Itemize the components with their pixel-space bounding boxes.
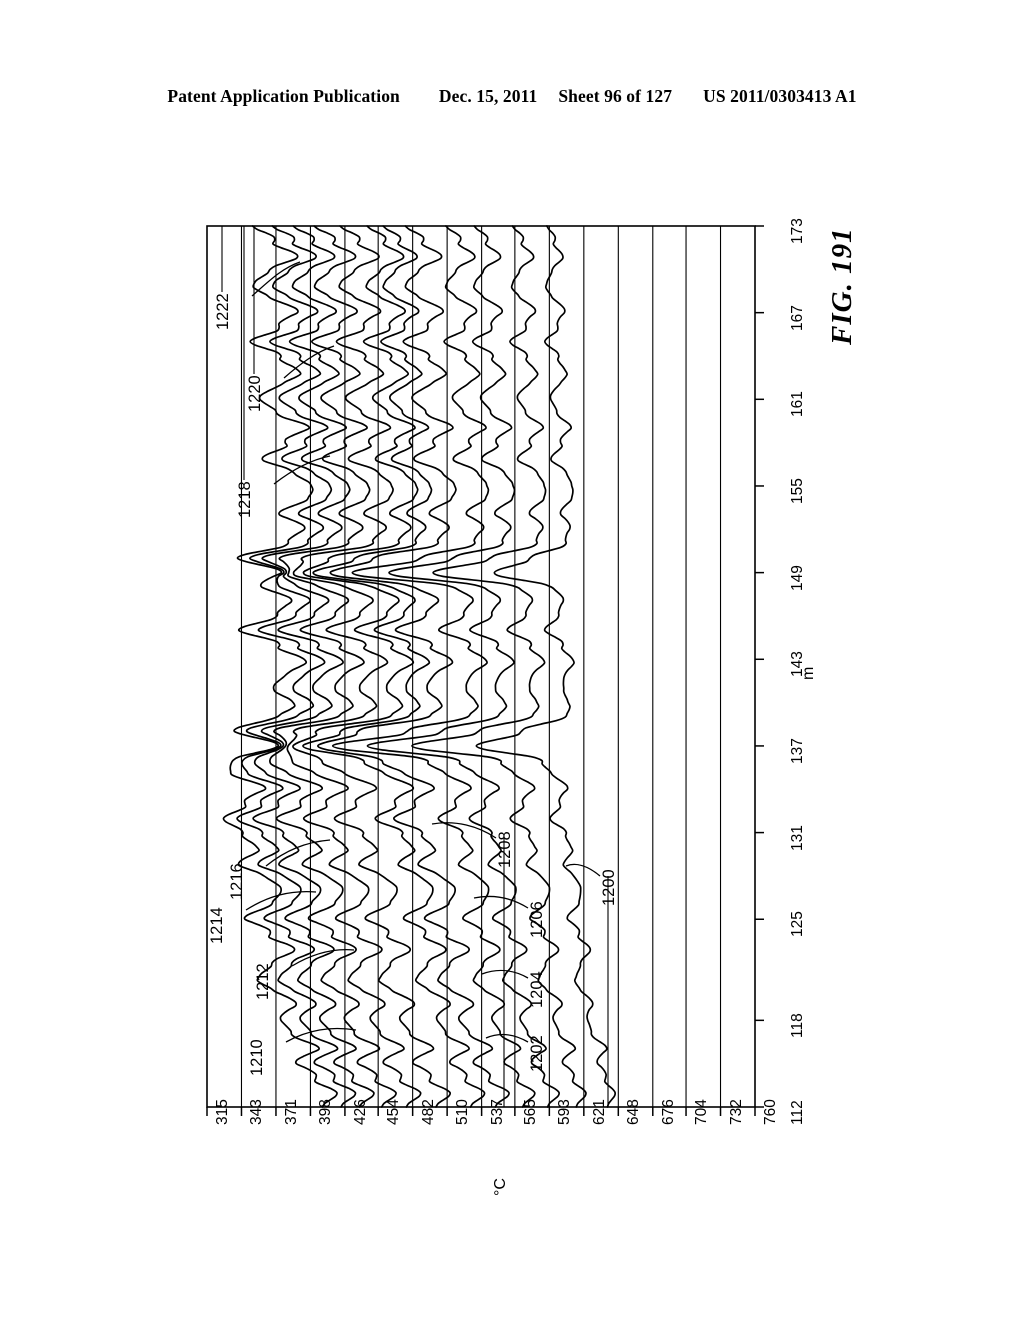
distance-axis-ticks [755,225,764,1108]
temperature-tick-label: 315 [214,1099,231,1125]
distance-tick-label: 149 [789,564,806,591]
reference-numeral-1202: 1202 [528,1035,546,1072]
trace-1214 [286,225,422,1108]
reference-numeral-1214: 1214 [208,907,226,944]
temperature-tick-label: 510 [454,1099,472,1125]
leader-line-1200 [565,863,601,877]
leader-line-1208 [431,822,497,839]
temperature-tick-label: 676 [659,1099,677,1125]
distance-tick-label: 137 [789,738,806,764]
reference-numeral-1204: 1204 [528,971,546,1008]
temperature-tick-label: 760 [762,1099,779,1125]
distance-tick-label: 118 [789,1013,806,1039]
temperature-tick-label: 398 [317,1099,335,1125]
trace-curves [222,225,617,1108]
figure-label: FIG. 191 [826,227,858,345]
trace-1202 [411,225,587,1108]
trace-1216 [269,225,397,1108]
chart-canvas [206,225,764,1116]
temperature-tick-label: 732 [727,1099,745,1125]
temperature-tick-label: 454 [385,1099,403,1125]
reference-numeral-1200: 1200 [600,869,618,906]
reference-numeral-1210: 1210 [248,1039,266,1076]
distance-tick-label: 125 [789,911,806,938]
temperature-tick-label: 426 [351,1099,369,1125]
temperature-tick-label: 593 [556,1099,574,1125]
leader-line-1202 [485,1033,529,1043]
reference-numeral-1218: 1218 [236,481,254,518]
reference-numeral-1216: 1216 [228,863,246,900]
reference-numeral-1212: 1212 [254,963,272,1000]
temperature-tick-label: 343 [248,1099,266,1125]
distance-tick-label: 167 [789,304,806,331]
temperature-tick-label: 648 [625,1099,643,1125]
temperature-tick-label: 621 [590,1099,608,1125]
distance-axis-title: m [800,666,817,680]
trace-1212 [292,225,452,1108]
temperature-tick-label: 704 [693,1099,711,1125]
figure-191: 760 732 704 676 648 621 593 565 537 510 482 454 426 3… [0,0,1024,1320]
temperature-tick-label: 565 [521,1099,539,1125]
distance-tick-label: 131 [789,824,806,851]
reference-numeral-1208: 1208 [496,831,514,868]
trace-1208 [317,225,510,1108]
distance-tick-label: 161 [789,391,806,418]
distance-tick-label: 173 [789,218,806,244]
temperature-tick-label: 482 [419,1099,437,1125]
reference-numeral-1222: 1222 [214,293,232,330]
distance-tick-label: 155 [789,478,806,504]
distance-tick-label: 112 [789,1100,806,1125]
temperature-tick-label: 537 [488,1099,506,1125]
reference-numeral-1220: 1220 [246,375,264,412]
temperature-axis-title: °C [492,1178,509,1196]
trace-1210 [302,225,486,1108]
reference-numeral-1206: 1206 [528,901,546,938]
temperature-tick-label: 371 [282,1099,300,1125]
